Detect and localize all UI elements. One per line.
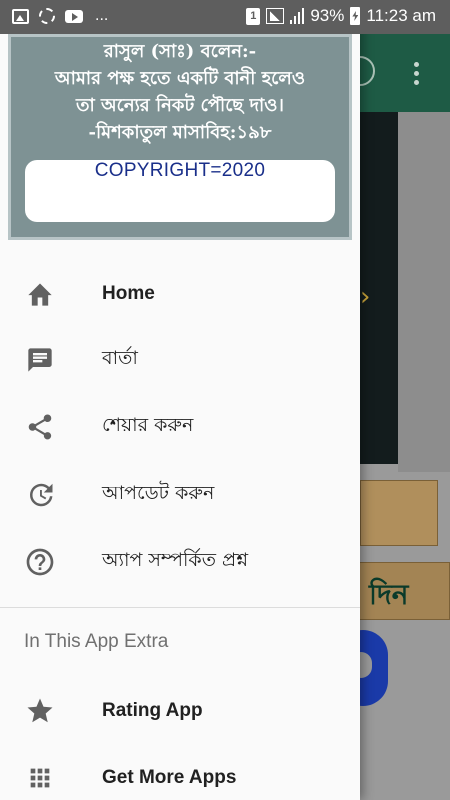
menu-item-label: Get More Apps — [102, 767, 237, 788]
drawer-header: রাসুল (সাঃ) বলেন:- আমার পক্ষ হতে একটি বা… — [8, 34, 352, 240]
sim-icon: 1 — [246, 7, 261, 25]
help-icon — [24, 546, 56, 578]
menu-item-more-apps[interactable]: Get More Apps — [0, 745, 360, 800]
quote-line: আমার পক্ষ হতে একটি বানী হলেও — [54, 68, 306, 89]
quote-line: রাসুল (সাঃ) বলেন:- — [103, 41, 257, 62]
menu-item-update[interactable]: আপডেট করুন — [0, 462, 360, 528]
battery-percent: 93% — [310, 6, 345, 25]
menu-item-share[interactable]: শেয়ার করুন — [0, 394, 360, 460]
menu-item-label: শেয়ার করুন — [102, 414, 194, 436]
menu-item-label: আপডেট করুন — [102, 482, 215, 504]
divider — [0, 607, 360, 608]
menu-item-label: Home — [102, 283, 155, 304]
share-icon — [24, 411, 56, 443]
menu-item-home[interactable]: Home — [0, 261, 360, 327]
sync-icon — [39, 8, 55, 24]
notification-overflow: ... — [95, 7, 109, 24]
home-icon — [24, 278, 56, 310]
apps-grid-icon — [24, 762, 56, 794]
menu-item-faq[interactable]: অ্যাপ সম্পর্কিত প্রশ্ন — [0, 529, 360, 595]
slider-panel: › — [360, 112, 398, 464]
menu-item-messages[interactable]: বার্তা — [0, 327, 360, 393]
youtube-icon — [65, 9, 83, 23]
image-icon — [12, 8, 29, 24]
copyright-badge: COPYRIGHT=2020 — [25, 160, 335, 222]
status-bar: ... 1 93% 11:23 am — [0, 0, 450, 34]
section-title: In This App Extra — [24, 631, 169, 652]
navigation-drawer: রাসুল (সাঃ) বলেন:- আমার পক্ষ হতে একটি বা… — [0, 0, 360, 800]
hadith-quote: রাসুল (সাঃ) বলেন:- আমার পক্ষ হতে একটি বা… — [11, 37, 349, 146]
signal-bars-icon — [290, 8, 305, 24]
chevron-right-icon[interactable]: › — [360, 282, 370, 312]
wood-board — [360, 480, 438, 546]
clock: 11:23 am — [366, 6, 436, 25]
menu-item-label: Rating App — [102, 700, 203, 721]
overflow-menu-icon[interactable] — [414, 62, 420, 89]
menu-item-label: বার্তা — [102, 347, 138, 369]
quote-line: -মিশকাতুল মাসাবিহ:১৯৮ — [88, 122, 272, 143]
background-area — [398, 112, 450, 472]
quote-line: তা অন্যের নিকট পৌছে দাও। — [76, 95, 284, 116]
menu-item-rating-app[interactable]: Rating App — [0, 678, 360, 744]
update-icon — [24, 479, 56, 511]
signal-box-icon — [266, 8, 285, 24]
battery-charging-icon — [350, 7, 361, 25]
star-icon — [24, 695, 56, 727]
message-icon — [24, 344, 56, 376]
board-text: দিন — [369, 578, 409, 611]
menu-item-label: অ্যাপ সম্পর্কিত প্রশ্ন — [102, 549, 249, 571]
